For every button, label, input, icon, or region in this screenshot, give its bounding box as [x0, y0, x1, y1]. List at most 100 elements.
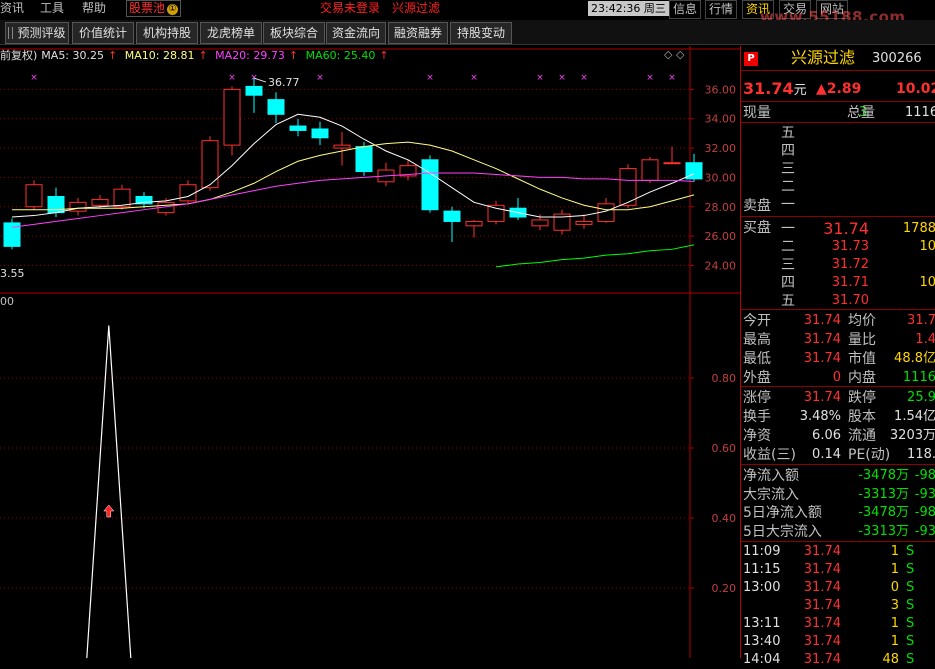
menu-item-stock-pool[interactable]: 股票池 ①: [126, 0, 182, 17]
candle-down: [289, 125, 307, 131]
menu-item-news[interactable]: 资讯: [0, 0, 24, 18]
y-tick-label: 0.60: [712, 442, 737, 455]
candle-down: [355, 146, 373, 173]
chart-corner-diamond[interactable]: ◇ ◇: [664, 48, 684, 61]
tick-side: S: [906, 616, 915, 631]
stat-label: 最高: [743, 332, 771, 348]
divider: [741, 541, 935, 542]
ma60-arrow: ↑: [379, 49, 389, 62]
candle-up: [465, 220, 483, 227]
toolbar-button-institution[interactable]: 机构持股: [136, 22, 198, 44]
tick-volume: 48: [882, 652, 899, 667]
tick-price: 31.74: [803, 634, 841, 649]
sell-label-row: 卖盘: [743, 197, 771, 215]
price-change: ▲2.89: [816, 81, 862, 97]
toolbar-button-fund-flow[interactable]: 资金流向: [326, 22, 386, 44]
toolbar-button-margin[interactable]: 融资融券: [388, 22, 448, 44]
stat-label: 内盘: [848, 370, 876, 386]
menu-item-tools[interactable]: 工具: [40, 0, 64, 18]
candle-down: [47, 195, 65, 214]
flow-pct: -98: [914, 505, 935, 520]
divider: [741, 309, 935, 310]
toolbar-button-rating[interactable]: 预测评级: [5, 22, 69, 44]
buy-level-price: 31.73: [831, 239, 869, 254]
divider: [741, 70, 935, 71]
nav-button-quotes[interactable]: 行情: [705, 0, 738, 19]
stat-value: 31.7: [907, 313, 935, 328]
candle-up: [531, 219, 549, 227]
candle-down: [311, 128, 329, 139]
candle-up: [179, 184, 197, 202]
tick-side: S: [906, 580, 915, 595]
x-marker: ×: [426, 73, 434, 83]
stat-value: 31.74: [803, 332, 841, 347]
stat-label: 涨停: [743, 390, 771, 406]
candle-up: [333, 144, 351, 149]
flow-value: -3313万: [858, 523, 909, 539]
stock-header: P 兴源过滤 300266: [741, 48, 935, 68]
toolbar-button-holdings[interactable]: 持股变动: [450, 22, 512, 44]
volume-row: 现量: [743, 104, 771, 122]
divider: [741, 101, 935, 102]
stat-value: 31.74: [803, 351, 841, 366]
toolbar-button-sector[interactable]: 板块综合: [263, 22, 325, 44]
stock-name: 兴源过滤: [791, 48, 856, 67]
up-arrow-icon: [103, 504, 115, 518]
y-tick-label: 36.00: [705, 83, 737, 96]
stat-value: 0.14: [812, 447, 841, 462]
divider: [741, 464, 935, 465]
stat-value: 31.74: [803, 313, 841, 328]
x-marker: ×: [668, 73, 676, 83]
toolbar-button-dragon-tiger[interactable]: 龙虎榜单: [200, 22, 262, 44]
toolbar-button-value[interactable]: 价值统计: [72, 22, 134, 44]
menu-item-help[interactable]: 帮助: [82, 0, 106, 18]
buy-level-price: 31.70: [831, 293, 869, 308]
tick-price: 31.74: [803, 544, 841, 559]
candle-down: [267, 99, 285, 115]
price-chart[interactable]: 24.00 26.00 28.00 30.00 32.00 34.00 36.00 × × × × ×…: [0, 46, 740, 658]
clock: 23:42:36 周三: [588, 1, 669, 16]
x-marker: ×: [646, 73, 654, 83]
y-tick-label: 30.00: [705, 171, 737, 184]
tick-volume: 1: [890, 616, 899, 631]
stat-label: 净资: [743, 428, 771, 444]
stat-value: 25.9: [907, 390, 935, 405]
stat-value: 31.74: [803, 390, 841, 405]
stat-label: 均价: [848, 313, 876, 329]
min-price-label: 3.55: [0, 267, 25, 280]
sell-level-label: 二: [781, 179, 795, 195]
buy-level-price: 31.74: [823, 219, 869, 238]
tick-volume: 1: [890, 544, 899, 559]
candle-down: [245, 85, 263, 96]
price-pct: 10.02: [896, 81, 935, 97]
stat-value: 1116: [902, 370, 935, 385]
stat-value: 3203万: [889, 428, 935, 443]
stat-label: 流通: [848, 428, 876, 444]
candle-up: [91, 198, 109, 206]
tick-price: 31.74: [803, 616, 841, 631]
buy-label: 买盘: [743, 220, 771, 236]
tick-volume: 3: [890, 598, 899, 613]
tick-side: S: [906, 562, 915, 577]
tick-time: 13:00: [743, 580, 781, 595]
total-volume-label-wrap: 总量: [847, 104, 875, 122]
function-toolbar: 预测评级 价值统计 机构持股 龙虎榜单 板块综合 资金流向 融资融券 持股变动: [0, 20, 935, 45]
tick-price: 31.74: [803, 580, 841, 595]
tick-time: 13:40: [743, 634, 781, 649]
flow-value: -3478万: [858, 468, 909, 483]
tick-side: S: [906, 544, 915, 559]
price-unit: 元: [793, 83, 807, 98]
ma10-value: MA10: 28.81: [124, 49, 195, 62]
candle-up: [641, 159, 659, 181]
y-tick-label: 0.40: [712, 512, 737, 525]
login-status[interactable]: 交易未登录: [320, 0, 380, 18]
buy-level-label: 二: [781, 239, 795, 255]
ma20-arrow: ↑: [288, 49, 299, 62]
x-marker: ×: [228, 73, 236, 83]
nav-button-info[interactable]: 信息: [669, 0, 702, 19]
tick-volume: 1: [890, 634, 899, 649]
buy-level-label: 五: [781, 293, 795, 309]
stock-pool-label: 股票池: [129, 1, 166, 15]
candle-down: [421, 159, 439, 211]
toolbar-button-rating-label: 预测评级: [17, 26, 66, 40]
